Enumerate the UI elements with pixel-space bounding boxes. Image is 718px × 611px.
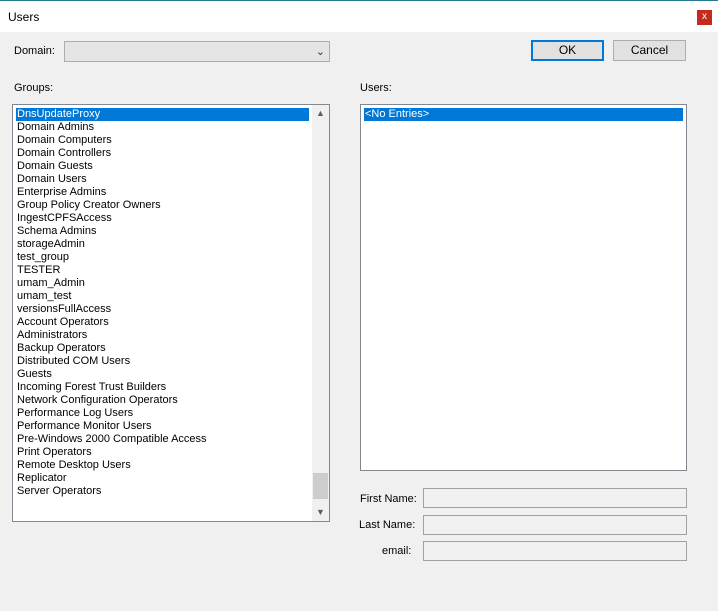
ok-button[interactable]: OK — [531, 40, 604, 61]
group-list-item[interactable]: storageAdmin — [16, 238, 309, 251]
last-name-field[interactable] — [423, 515, 687, 535]
group-list-item[interactable]: Administrators — [16, 329, 309, 342]
scrollbar-thumb[interactable] — [313, 473, 328, 499]
group-list-item[interactable]: Domain Computers — [16, 134, 309, 147]
group-list-item[interactable]: Network Configuration Operators — [16, 394, 309, 407]
close-icon: x — [702, 11, 707, 22]
group-list-item[interactable]: Enterprise Admins — [16, 186, 309, 199]
group-list-item[interactable]: Domain Admins — [16, 121, 309, 134]
chevron-down-icon: ⌄ — [315, 46, 325, 58]
group-list-item[interactable]: Remote Desktop Users — [16, 459, 309, 472]
groups-label: Groups: — [14, 82, 54, 94]
group-list-item[interactable]: Domain Users — [16, 173, 309, 186]
first-name-label: First Name: — [360, 493, 417, 505]
group-list-item[interactable]: Account Operators — [16, 316, 309, 329]
group-list-item[interactable]: test_group — [16, 251, 309, 264]
last-name-label: Last Name: — [359, 519, 416, 531]
close-button[interactable]: x — [697, 10, 712, 25]
group-list-item[interactable]: Domain Controllers — [16, 147, 309, 160]
triangle-down-icon[interactable]: ▼ — [312, 504, 329, 521]
users-list: <No Entries> — [364, 108, 683, 121]
title-bar: Users x — [0, 0, 718, 32]
user-list-item[interactable]: <No Entries> — [364, 108, 683, 121]
group-list-item[interactable]: IngestCPFSAccess — [16, 212, 309, 225]
email-label: email: — [382, 545, 412, 557]
cancel-button[interactable]: Cancel — [613, 40, 686, 61]
domain-label: Domain: — [14, 45, 55, 57]
group-list-item[interactable]: Domain Guests — [16, 160, 309, 173]
users-listbox[interactable]: <No Entries> — [360, 104, 687, 471]
group-list-item[interactable]: DnsUpdateProxy — [16, 108, 309, 121]
email-field[interactable] — [423, 541, 687, 561]
group-list-item[interactable]: versionsFullAccess — [16, 303, 309, 316]
group-list-item[interactable]: Pre-Windows 2000 Compatible Access — [16, 433, 309, 446]
group-list-item[interactable]: Performance Monitor Users — [16, 420, 309, 433]
group-list-item[interactable]: umam_test — [16, 290, 309, 303]
group-list-item[interactable]: Incoming Forest Trust Builders — [16, 381, 309, 394]
triangle-up-icon[interactable]: ▲ — [312, 105, 329, 122]
group-list-item[interactable]: Backup Operators — [16, 342, 309, 355]
group-list-item[interactable]: Server Operators — [16, 485, 309, 498]
window-title: Users — [8, 10, 40, 24]
users-label: Users: — [360, 82, 392, 94]
group-list-item[interactable]: Group Policy Creator Owners — [16, 199, 309, 212]
domain-combobox[interactable]: ⌄ — [64, 41, 330, 62]
group-list-item[interactable]: TESTER — [16, 264, 309, 277]
group-list-item[interactable]: umam_Admin — [16, 277, 309, 290]
groups-scrollbar[interactable]: ▲ ▼ — [312, 105, 329, 521]
group-list-item[interactable]: Distributed COM Users — [16, 355, 309, 368]
group-list-item[interactable]: Print Operators — [16, 446, 309, 459]
group-list-item[interactable]: Replicator — [16, 472, 309, 485]
first-name-field[interactable] — [423, 488, 687, 508]
group-list-item[interactable]: Guests — [16, 368, 309, 381]
groups-list: DnsUpdateProxy Domain Admins Domain Comput… — [16, 108, 309, 498]
group-list-item[interactable]: Performance Log Users — [16, 407, 309, 420]
group-list-item[interactable]: Schema Admins — [16, 225, 309, 238]
groups-listbox[interactable]: DnsUpdateProxy Domain Admins Domain Comput… — [12, 104, 330, 522]
